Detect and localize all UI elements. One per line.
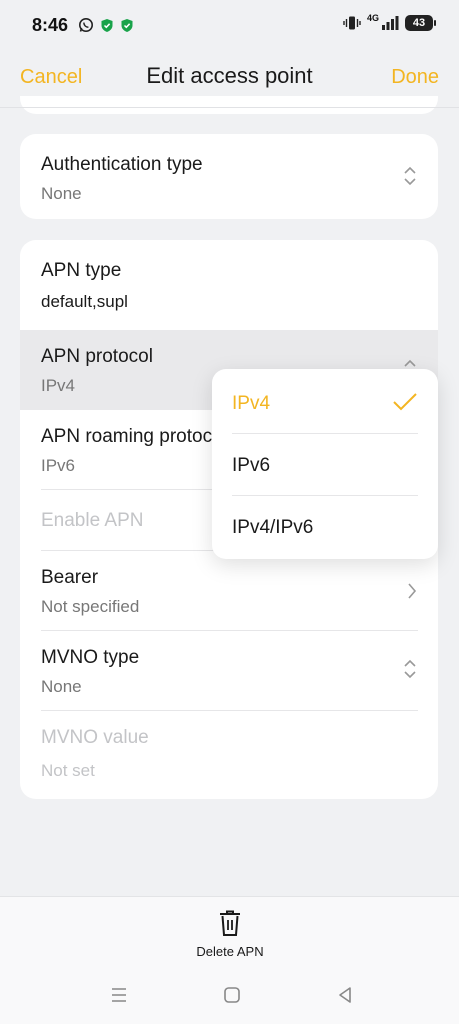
protocol-option-label: IPv4/IPv6 bbox=[232, 517, 314, 538]
apn-protocol-value: IPv4 bbox=[41, 376, 76, 395]
protocol-option-ipv4[interactable]: IPv4 bbox=[212, 372, 438, 434]
apn-protocol-title: APN protocol bbox=[41, 346, 153, 367]
battery-icon: 43 bbox=[405, 15, 436, 31]
delete-apn-button[interactable]: Delete APN bbox=[180, 907, 280, 965]
apn-type-row[interactable]: APN type default,supl bbox=[20, 240, 438, 330]
shield-icon bbox=[101, 18, 113, 32]
vibrate-icon bbox=[343, 16, 361, 30]
bearer-value: Not specified bbox=[41, 597, 140, 616]
enable-apn-title: Enable APN bbox=[41, 510, 144, 531]
mvno-value-value: Not set bbox=[41, 761, 95, 780]
apn-roaming-protocol-value: IPv6 bbox=[41, 456, 76, 475]
protocol-option-label: IPv6 bbox=[232, 455, 271, 476]
shield-icon bbox=[121, 18, 133, 32]
bearer-title: Bearer bbox=[41, 567, 99, 588]
protocol-option-ipv4-ipv6[interactable]: IPv4/IPv6 bbox=[212, 496, 438, 558]
bottom-bar: Delete APN bbox=[0, 896, 459, 1024]
back-icon[interactable] bbox=[333, 983, 357, 1007]
whatsapp-icon bbox=[79, 18, 93, 32]
signal-icon bbox=[382, 16, 399, 30]
apn-type-value: default,supl bbox=[41, 292, 128, 311]
apn-type-title: APN type bbox=[41, 260, 122, 281]
mvno-value-title: MVNO value bbox=[41, 727, 149, 748]
authentication-type-title: Authentication type bbox=[41, 154, 203, 175]
previous-settings-card bbox=[20, 96, 438, 114]
mvno-type-value: None bbox=[41, 677, 82, 696]
chevron-right-icon bbox=[408, 583, 417, 599]
menu-icon[interactable] bbox=[107, 983, 131, 1007]
battery-level: 43 bbox=[412, 17, 426, 29]
checkmark-icon bbox=[393, 393, 417, 411]
apn-protocol-menu: IPv4 IPv6 IPv4/IPv6 bbox=[212, 369, 438, 559]
up-down-chevron-icon bbox=[404, 659, 416, 679]
bearer-row[interactable]: Bearer Not specified bbox=[20, 551, 438, 631]
mvno-type-title: MVNO type bbox=[41, 647, 140, 668]
delete-apn-label: Delete APN bbox=[196, 944, 264, 959]
status-bar: 8:46 4G 43 bbox=[0, 0, 459, 52]
mvno-value-row: MVNO value Not set bbox=[20, 711, 438, 799]
mvno-type-row[interactable]: MVNO type None bbox=[20, 631, 438, 711]
apn-roaming-protocol-title: APN roaming protocol bbox=[41, 426, 227, 447]
status-time: 8:46 bbox=[32, 15, 69, 35]
authentication-type-row[interactable]: Authentication type None bbox=[20, 134, 438, 219]
trash-icon bbox=[220, 910, 240, 936]
page-title: Edit access point bbox=[146, 63, 313, 88]
up-down-chevron-icon bbox=[404, 166, 416, 186]
protocol-option-label: IPv4 bbox=[232, 393, 271, 414]
network-type-label: 4G bbox=[366, 13, 379, 23]
status-icons-right: 4G 43 bbox=[343, 13, 436, 31]
done-button[interactable]: Done bbox=[391, 66, 439, 89]
home-icon[interactable] bbox=[220, 983, 244, 1007]
chevron-up-icon bbox=[404, 359, 416, 367]
authentication-card: Authentication type None bbox=[20, 134, 438, 219]
status-icons-left bbox=[78, 17, 134, 33]
protocol-option-ipv6[interactable]: IPv6 bbox=[212, 434, 438, 496]
header-divider bbox=[0, 107, 459, 108]
authentication-type-value: None bbox=[41, 184, 82, 203]
